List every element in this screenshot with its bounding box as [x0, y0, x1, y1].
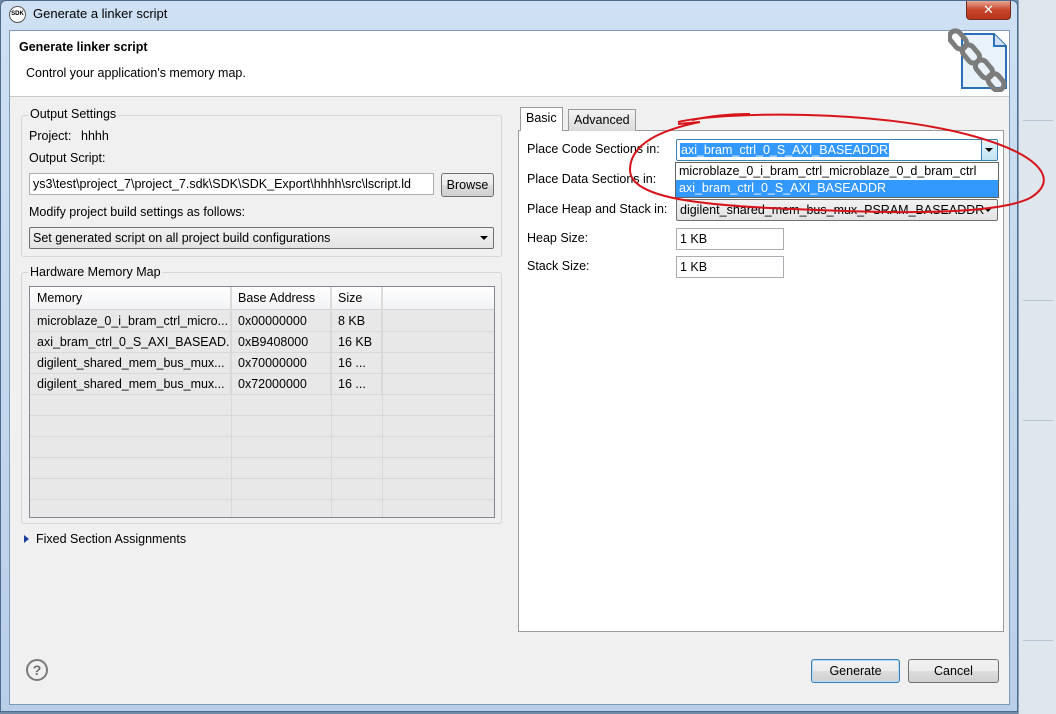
- dropdown-option[interactable]: microblaze_0_i_bram_ctrl_microblaze_0_d_…: [676, 163, 998, 180]
- memory-cell: digilent_shared_mem_bus_mux...: [30, 353, 231, 374]
- page-title: Generate linker script: [19, 40, 148, 54]
- sdk-app-icon: SDK: [9, 6, 26, 23]
- output-settings-label: Output Settings: [28, 107, 119, 121]
- empty-row: [30, 416, 494, 437]
- table-row[interactable]: axi_bram_ctrl_0_S_AXI_BASEAD... 0xB94080…: [30, 332, 494, 353]
- empty-row: [30, 458, 494, 479]
- memory-cell: digilent_shared_mem_bus_mux...: [30, 374, 231, 395]
- empty-row: [30, 437, 494, 458]
- base-address-cell: 0x72000000: [231, 374, 331, 395]
- base-address-cell: 0xB9408000: [231, 332, 331, 353]
- expand-arrow-icon[interactable]: [24, 535, 29, 543]
- fixed-section-assignments-toggle[interactable]: Fixed Section Assignments: [36, 532, 186, 546]
- code-sections-label: Place Code Sections in:: [527, 142, 660, 156]
- base-address-cell: 0x00000000: [231, 311, 331, 332]
- size-cell: 16 ...: [331, 374, 382, 395]
- column-header-memory[interactable]: Memory: [30, 287, 231, 310]
- page-subtitle: Control your application's memory map.: [26, 66, 246, 80]
- dialog-header: Generate linker script Control your appl…: [10, 28, 1009, 97]
- size-cell: 16 KB: [331, 332, 382, 353]
- output-script-field[interactable]: ys3\test\project_7\project_7.sdk\SDK\SDK…: [29, 173, 434, 195]
- size-cell: 16 ...: [331, 353, 382, 374]
- background-application: [1018, 0, 1056, 714]
- close-button[interactable]: ✕: [966, 1, 1011, 20]
- table-row[interactable]: digilent_shared_mem_bus_mux... 0x7000000…: [30, 353, 494, 374]
- heap-size-label: Heap Size:: [527, 231, 589, 245]
- heap-stack-label: Place Heap and Stack in:: [527, 202, 668, 216]
- tab-basic[interactable]: Basic: [520, 107, 563, 131]
- project-label: Project:: [29, 129, 72, 143]
- stack-size-field[interactable]: 1 KB: [676, 256, 784, 278]
- project-value: hhhh: [81, 129, 109, 143]
- empty-row: [30, 479, 494, 500]
- table-row[interactable]: digilent_shared_mem_bus_mux... 0x7200000…: [30, 374, 494, 395]
- heap-stack-select[interactable]: digilent_shared_mem_bus_mux_PSRAM_BASEAD…: [676, 199, 998, 221]
- size-cell: 8 KB: [331, 311, 382, 332]
- cancel-button[interactable]: Cancel: [908, 659, 999, 683]
- table-header: Memory Base Address Size: [30, 287, 494, 310]
- memory-cell: microblaze_0_i_bram_ctrl_micro...: [30, 311, 231, 332]
- modify-settings-label: Modify project build settings as follows…: [29, 205, 246, 219]
- dropdown-option-selected[interactable]: axi_bram_ctrl_0_S_AXI_BASEADDR: [676, 180, 998, 197]
- browse-button[interactable]: Browse: [441, 173, 494, 197]
- column-header-size[interactable]: Size: [331, 287, 382, 310]
- memory-map-label: Hardware Memory Map: [28, 265, 163, 279]
- base-address-cell: 0x70000000: [231, 353, 331, 374]
- title-bar: SDK Generate a linker script ✕: [1, 1, 1017, 27]
- chevron-down-icon: [480, 236, 488, 240]
- generate-button[interactable]: Generate: [811, 659, 900, 683]
- memory-cell: axi_bram_ctrl_0_S_AXI_BASEAD...: [30, 332, 231, 353]
- build-configuration-select[interactable]: Set generated script on all project buil…: [29, 227, 494, 249]
- tab-advanced[interactable]: Advanced: [568, 109, 636, 131]
- output-script-label: Output Script:: [29, 151, 106, 165]
- chevron-down-icon: [985, 148, 993, 152]
- memory-map-table[interactable]: Memory Base Address Size microblaze_0_i_…: [29, 286, 495, 518]
- empty-row: [30, 395, 494, 416]
- code-sections-dropdown-list[interactable]: microblaze_0_i_bram_ctrl_microblaze_0_d_…: [675, 162, 999, 198]
- column-header-base-address[interactable]: Base Address: [231, 287, 331, 310]
- heap-size-field[interactable]: 1 KB: [676, 228, 784, 250]
- window-title: Generate a linker script: [33, 6, 168, 21]
- stack-size-label: Stack Size:: [527, 259, 590, 273]
- build-configuration-value: Set generated script on all project buil…: [33, 231, 331, 245]
- data-sections-label: Place Data Sections in:: [527, 172, 657, 186]
- heap-stack-value: digilent_shared_mem_bus_mux_PSRAM_BASEAD…: [680, 203, 985, 217]
- code-sections-select[interactable]: axi_bram_ctrl_0_S_AXI_BASEADDR: [676, 139, 998, 161]
- table-row[interactable]: microblaze_0_i_bram_ctrl_micro... 0x0000…: [30, 311, 494, 332]
- code-sections-value: axi_bram_ctrl_0_S_AXI_BASEADDR: [680, 143, 890, 157]
- chain-link-document-icon: [948, 28, 1007, 92]
- chevron-down-icon: [984, 208, 992, 212]
- help-icon[interactable]: ?: [26, 659, 48, 681]
